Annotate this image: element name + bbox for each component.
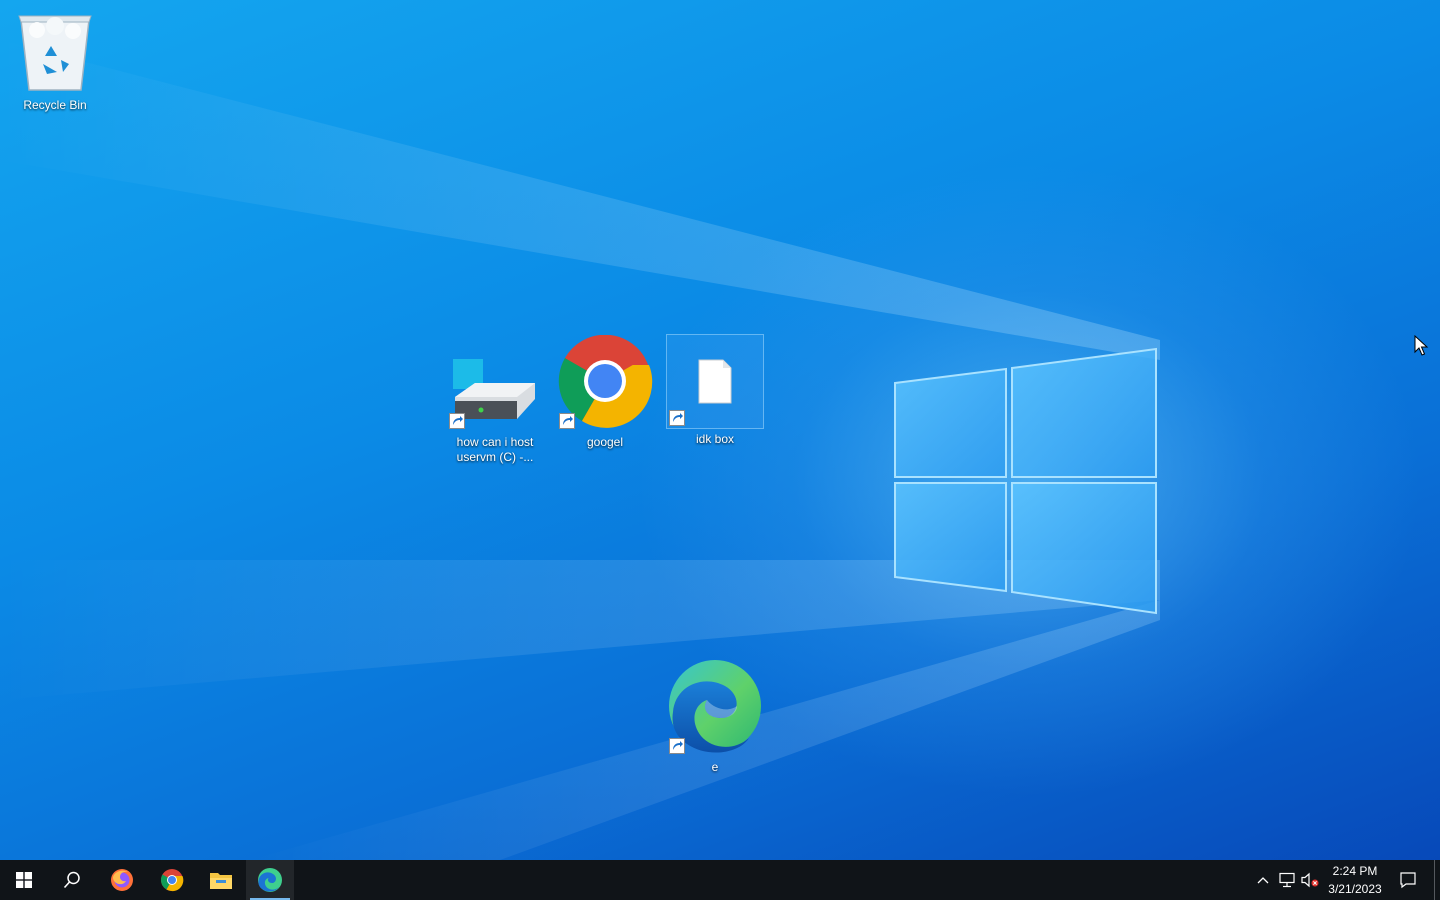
shortcut-arrow-icon <box>669 410 685 426</box>
volume-muted-icon <box>1301 872 1319 888</box>
shortcut-arrow-icon <box>559 413 575 429</box>
shortcut-arrow-icon <box>669 738 685 754</box>
tray-clock[interactable]: 2:24 PM 3/21/2023 <box>1322 862 1388 898</box>
taskbar: 2:24 PM 3/21/2023 <box>0 860 1440 900</box>
desktop-icon-label: how can i host uservm (C) -... <box>456 435 534 464</box>
tray-volume[interactable] <box>1299 860 1321 900</box>
taskbar-firefox[interactable] <box>98 860 146 900</box>
tray-network[interactable] <box>1276 860 1298 900</box>
network-icon <box>1279 872 1295 888</box>
mouse-cursor-icon <box>1414 335 1429 356</box>
desktop-icon-label: idk box <box>695 432 735 446</box>
action-center-button[interactable] <box>1394 860 1422 900</box>
firefox-icon <box>111 869 133 891</box>
notification-icon <box>1400 872 1416 889</box>
search-icon <box>63 871 80 889</box>
chevron-up-icon <box>1257 877 1269 884</box>
taskbar-chrome[interactable] <box>148 860 196 900</box>
desktop-icon-label: Recycle Bin <box>23 98 87 112</box>
desktop-icon-e[interactable]: e <box>667 660 763 775</box>
show-desktop-button[interactable] <box>1434 860 1440 900</box>
windows-logo-wallpaper <box>894 347 1157 615</box>
tray-show-hidden-icons[interactable] <box>1252 860 1274 900</box>
shortcut-arrow-icon <box>449 413 465 429</box>
chrome-icon <box>161 869 184 892</box>
desktop-icon-label: googel <box>586 435 624 449</box>
folder-icon <box>210 873 232 889</box>
desktop[interactable]: Recycle Bin how can i host uservm (C) -.… <box>0 0 1440 860</box>
windows-start-icon <box>16 872 32 888</box>
desktop-icon-recycle-bin[interactable]: Recycle Bin <box>7 6 103 113</box>
start-button[interactable] <box>0 860 48 900</box>
clock-date: 3/21/2023 <box>1328 882 1382 896</box>
desktop-icon-googel[interactable]: googel <box>557 334 653 450</box>
desktop-icon-label: e <box>711 760 719 774</box>
taskbar-file-explorer[interactable] <box>197 860 245 900</box>
desktop-icon-idk-box[interactable]: idk box <box>666 334 764 446</box>
desktop-icon-drive-shortcut[interactable]: how can i host uservm (C) -... <box>447 335 543 465</box>
taskbar-edge[interactable] <box>246 860 294 900</box>
recycle-bin-icon <box>18 15 92 91</box>
search-button[interactable] <box>48 860 96 900</box>
clock-time: 2:24 PM <box>1332 864 1378 878</box>
edge-icon <box>258 868 282 892</box>
